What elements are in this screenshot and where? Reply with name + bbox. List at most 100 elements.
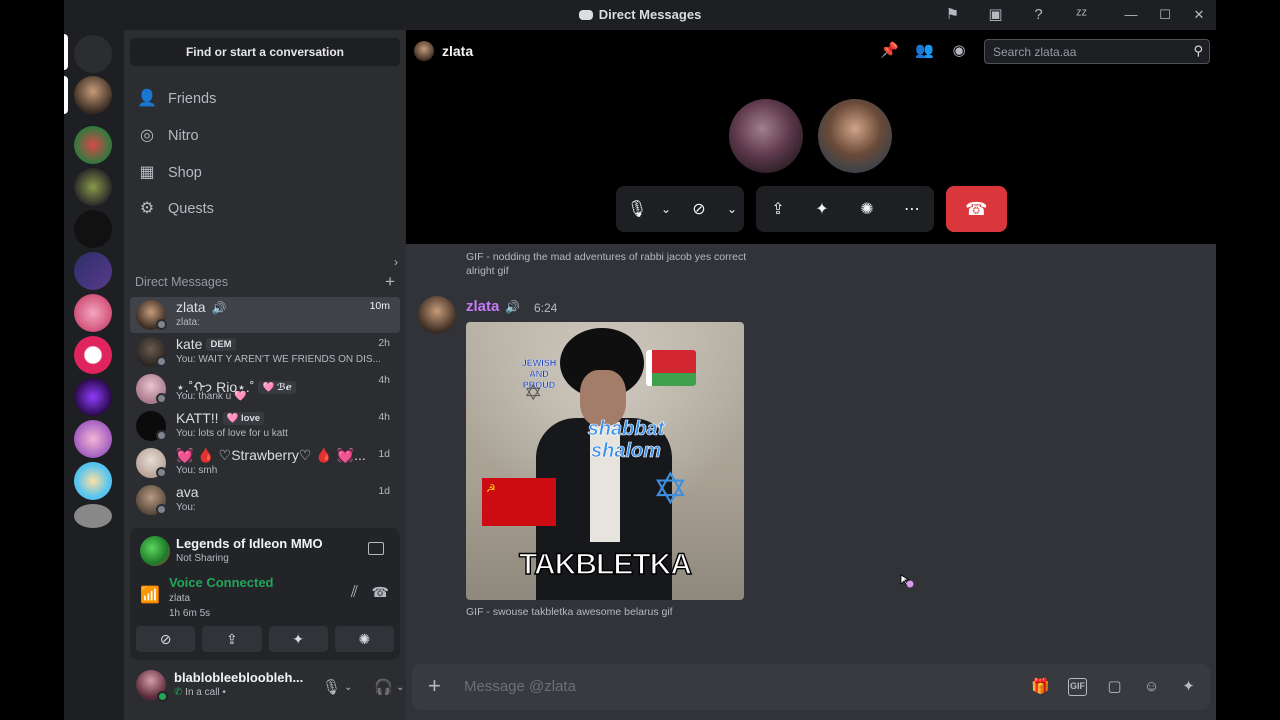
chevron-down-icon[interactable]: ⌄: [344, 682, 352, 693]
activities-button[interactable]: ✦: [268, 626, 328, 652]
find-conversation-button[interactable]: Find or start a conversation: [130, 38, 400, 66]
server-icon[interactable]: [74, 378, 112, 416]
hammer-sickle-icon: ☭: [486, 483, 496, 495]
signal-icon[interactable]: 📶: [140, 585, 160, 605]
activities-icon[interactable]: ✦: [800, 199, 844, 219]
server-icon[interactable]: [74, 210, 112, 248]
server-icon[interactable]: [74, 126, 112, 164]
more-options-icon[interactable]: ⋯: [890, 199, 934, 219]
shop-icon: ▦: [139, 164, 155, 181]
message-list: GIF - nodding the mad adventures of rabb…: [406, 244, 1216, 664]
minimize-button[interactable]: —: [1114, 0, 1148, 30]
call-actions: ⇪ ✦ ✺ ⋯: [756, 186, 934, 232]
inbox-icon[interactable]: ▣: [985, 6, 1006, 24]
clan-tag: DEM: [206, 338, 236, 351]
unread-pill: [64, 76, 68, 114]
gift-icon[interactable]: 🎁: [1031, 678, 1050, 696]
server-icon[interactable]: [74, 462, 112, 500]
speaker-icon: 🔊: [505, 300, 521, 314]
dm-item[interactable]: ava You: 1d: [130, 482, 400, 518]
phone-icon: ✆: [174, 687, 186, 698]
create-dm-button[interactable]: +: [385, 272, 395, 292]
noise-suppression-icon[interactable]: ⫽: [351, 584, 358, 602]
dm-item[interactable]: 💓 🩸 ♡Strawberry♡ 🩸 💓... You: smh 1d: [130, 445, 400, 481]
home-button[interactable]: [74, 35, 112, 73]
clan-tag: 🩷 love: [222, 412, 265, 425]
emoji-icon[interactable]: ☺: [1142, 678, 1161, 696]
avatar: [414, 41, 434, 61]
chevron-down-icon[interactable]: ⌄: [724, 202, 740, 216]
chevron-down-icon[interactable]: ⌄: [658, 202, 674, 216]
server-icon[interactable]: [74, 294, 112, 332]
star-of-david-icon: ✡: [524, 380, 543, 405]
voice-panel: Legends of Idleon MMO Not Sharing 📶 Voic…: [130, 528, 400, 660]
apps-icon[interactable]: ✦: [1179, 678, 1198, 696]
dm-item[interactable]: zlata 🔊 zlata: 10m: [130, 297, 400, 333]
call-participant-avatar[interactable]: [818, 99, 892, 173]
add-attachment-button[interactable]: +: [428, 674, 441, 698]
chevron-down-icon[interactable]: ⌄: [396, 682, 404, 693]
server-icon[interactable]: [74, 252, 112, 290]
author-avatar[interactable]: [418, 296, 456, 334]
nav-friends[interactable]: 👤 Friends: [134, 81, 398, 117]
user-profile-icon[interactable]: ◉: [950, 42, 968, 60]
server-icon[interactable]: [74, 420, 112, 458]
message-composer: + Message @zlata 🎁 GIF ▢ ☺ ✦: [412, 664, 1210, 710]
belarus-flag: [646, 350, 696, 386]
soundboard-button[interactable]: ✺: [334, 626, 394, 652]
status-dot: [156, 430, 167, 441]
microphone-icon[interactable]: 🎙: [616, 199, 658, 219]
nitro-icon: ◎: [140, 127, 154, 144]
maximize-button[interactable]: ☐: [1148, 0, 1182, 30]
disconnect-icon[interactable]: ☎: [372, 584, 389, 601]
microphone-icon[interactable]: 🎙: [322, 678, 341, 696]
server-icon[interactable]: [74, 336, 112, 374]
search-icon: ⚲: [1193, 43, 1203, 58]
help-icon[interactable]: ?: [1028, 6, 1049, 24]
share-screen-icon[interactable]: [368, 542, 384, 555]
sleep-icon[interactable]: ᶻᶻ: [1071, 6, 1092, 24]
message-input[interactable]: Message @zlata: [464, 678, 576, 695]
selected-pill: [64, 34, 68, 70]
hang-up-button[interactable]: ☎: [946, 186, 1007, 232]
voice-connection: 📶 Voice Connected zlata 1h 6m 5s ⫽ ☎: [140, 575, 389, 619]
screen-share-button[interactable]: ⇪: [202, 626, 262, 652]
gif-attachment[interactable]: ☭ JEWISH AND PROUD ✡ ✡ shabbat shalom TA…: [466, 322, 744, 600]
dm-sidebar: Find or start a conversation 👤 Friends ◎…: [124, 30, 441, 720]
dm-item[interactable]: KATT!! 🩷 love You: lots of love for u kat…: [130, 408, 400, 444]
server-icon[interactable]: [74, 168, 112, 206]
collapsed-section[interactable]: ›: [136, 255, 398, 271]
soundboard-icon[interactable]: ✺: [844, 199, 890, 219]
close-button[interactable]: ✕: [1182, 0, 1216, 30]
star-of-david-icon: ✡: [652, 465, 689, 514]
main-panel: zlata 📌 👥 ◉ Search zlata.aa ⚲ 🎙 ⌄ ⊘ ⌄ ⇪ ✦…: [406, 30, 1216, 720]
dm-item[interactable]: ⋆.˚ᡣ𐭩 Rio⋆.˚ 🩷 ℬℯ You: thank u 🩷 4h: [130, 371, 400, 407]
dm-header: Direct Messages +: [135, 272, 395, 292]
cursor-icon: [900, 574, 914, 588]
flag-icon[interactable]: ⚑: [942, 6, 963, 24]
discord-icon: [578, 10, 593, 20]
screen-share-icon[interactable]: ⇪: [756, 199, 800, 219]
headphones-icon[interactable]: 🎧: [374, 678, 393, 696]
sticker-icon[interactable]: ▢: [1105, 678, 1124, 696]
call-participant-avatar[interactable]: [729, 99, 803, 173]
chevron-right-icon: ›: [394, 255, 398, 269]
gif-icon[interactable]: GIF: [1068, 678, 1087, 696]
nav-nitro[interactable]: ◎ Nitro: [134, 118, 398, 154]
server-icon[interactable]: [74, 504, 112, 528]
add-friend-icon[interactable]: 👥: [915, 42, 934, 60]
friends-icon: 👤: [137, 90, 157, 107]
voice-avatar[interactable]: [74, 76, 112, 114]
dm-item[interactable]: kate DEM You: WAIT Y AREN'T WE FRIENDS ON…: [130, 334, 400, 370]
camera-off-icon[interactable]: ⊘: [674, 199, 724, 219]
search-input[interactable]: Search zlata.aa ⚲: [984, 39, 1210, 64]
discord-app: Direct Messages ⚑ ▣ ? ᶻᶻ — ☐ ✕ Find or s…: [64, 0, 1216, 720]
nav-shop[interactable]: ▦ Shop: [134, 155, 398, 191]
camera-off-button[interactable]: ⊘: [136, 626, 196, 652]
title-bar: Direct Messages ⚑ ▣ ? ᶻᶻ — ☐ ✕: [64, 0, 1216, 30]
status-dot: [156, 356, 167, 367]
server-rail: [64, 30, 124, 530]
status-dot: [156, 393, 167, 404]
nav-quests[interactable]: ⚙ Quests: [134, 191, 398, 227]
pin-icon[interactable]: 📌: [880, 42, 899, 60]
